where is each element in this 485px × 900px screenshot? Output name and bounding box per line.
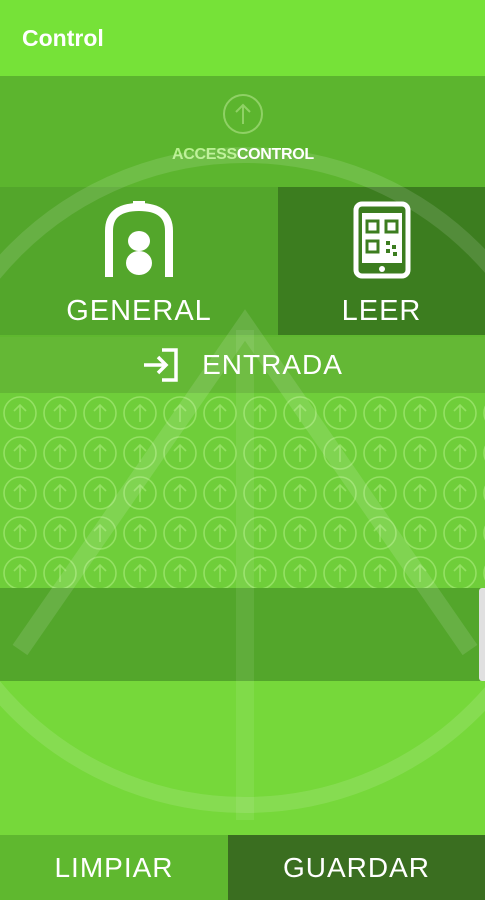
entrada-button[interactable]: ENTRADA	[0, 337, 485, 393]
entrada-label: ENTRADA	[202, 349, 343, 380]
login-arrow-icon	[144, 348, 178, 382]
content-background	[0, 681, 485, 835]
arrow-up-circle-icon	[223, 94, 263, 134]
brand-logo-access: ACCESS	[172, 146, 237, 163]
app-title: Control	[22, 24, 104, 51]
general-label: GENERAL	[66, 295, 212, 327]
leer-tile-button[interactable]: LEER	[278, 187, 485, 335]
scrollbar[interactable]	[479, 588, 485, 681]
brand-logo-control: CONTROL	[236, 146, 314, 163]
app-bar: Control	[0, 0, 485, 76]
qr-tablet-icon	[353, 201, 410, 279]
leer-label: LEER	[341, 295, 422, 327]
arch-detector-icon	[105, 201, 173, 277]
brand-logo: ACCESSCONTROL	[172, 146, 314, 164]
app-screen: Control ACCESSCONTROL GENERAL LEER ENTRA…	[0, 0, 485, 900]
limpiar-label: LIMPIAR	[54, 851, 174, 883]
general-tile-button[interactable]: GENERAL	[0, 187, 278, 335]
guardar-label: GUARDAR	[282, 851, 430, 883]
result-panel	[0, 588, 485, 681]
limpiar-button[interactable]: LIMPIAR	[0, 835, 228, 900]
guardar-button[interactable]: GUARDAR	[228, 835, 485, 900]
arrow-pattern-background	[0, 393, 485, 588]
